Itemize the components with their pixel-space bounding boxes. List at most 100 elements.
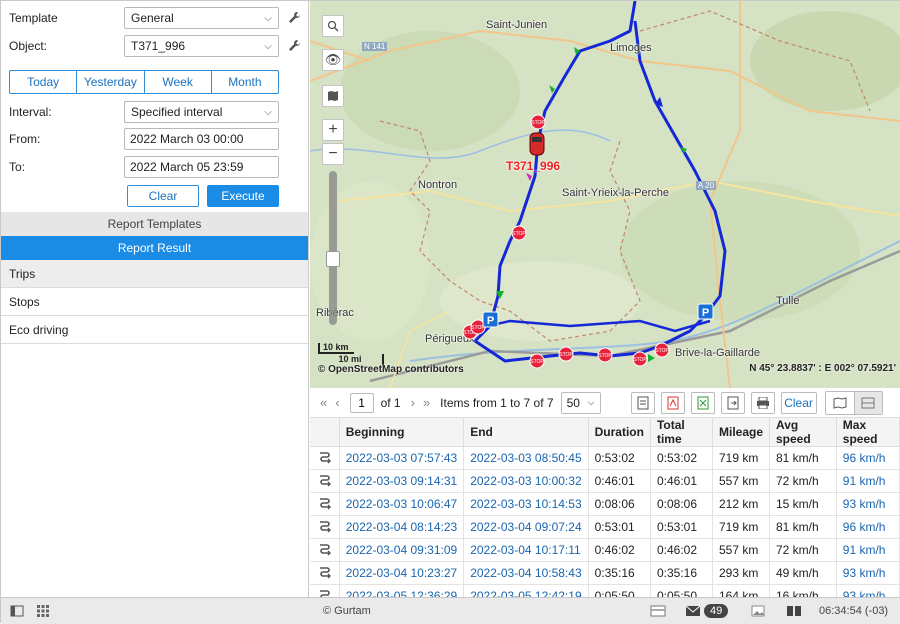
- trip-route-icon[interactable]: [310, 446, 340, 470]
- from-input[interactable]: [124, 128, 279, 150]
- column-header-total-time[interactable]: Total time: [650, 418, 713, 447]
- notifications-badge[interactable]: 49: [704, 598, 729, 624]
- next-page-icon[interactable]: ›: [411, 395, 415, 410]
- cell-beginning[interactable]: 2022-03-04 08:14:23: [339, 515, 465, 539]
- column-header-end[interactable]: End: [463, 418, 589, 447]
- wrench-icon[interactable]: [287, 11, 301, 25]
- table-row[interactable]: 2022-03-04 09:31:09 2022-03-04 10:17:11 0:…: [310, 538, 900, 562]
- export-pdf-button[interactable]: [660, 391, 685, 414]
- result-table-trips[interactable]: Trips: [1, 260, 308, 288]
- table-row[interactable]: 2022-03-03 07:57:43 2022-03-03 08:50:45 0:…: [310, 446, 900, 470]
- cell-end[interactable]: 2022-03-04 10:17:11: [463, 538, 589, 562]
- cell-max-speed[interactable]: 91 km/h: [836, 469, 900, 493]
- export-html-button[interactable]: [630, 391, 655, 414]
- column-header-max-speed[interactable]: Max speed: [836, 418, 900, 447]
- zoom-out-button[interactable]: −: [322, 143, 344, 165]
- cell-end[interactable]: 2022-03-04 10:58:43: [463, 561, 589, 585]
- cell-end[interactable]: 2022-03-03 10:00:32: [463, 469, 589, 493]
- map-view[interactable]: Saint-Junien Limoges Nontron Saint-Yriei…: [310, 1, 900, 388]
- trip-route-icon[interactable]: [310, 538, 340, 562]
- cell-end[interactable]: 2022-03-05 12:42:19: [463, 584, 589, 597]
- result-table-stops[interactable]: Stops: [1, 288, 308, 316]
- map-markers: STOP STOP STOP STOP STOP STOP STOP STOP …: [462, 114, 714, 369]
- table-row[interactable]: 2022-03-04 08:14:23 2022-03-04 09:07:24 0:…: [310, 515, 900, 539]
- book-icon[interactable]: [786, 598, 802, 624]
- execute-button[interactable]: Execute: [207, 185, 279, 207]
- vehicle-label: T371_996: [506, 159, 561, 173]
- grid-clear-button[interactable]: Clear: [780, 391, 817, 414]
- result-table-eco-driving[interactable]: Eco driving: [1, 316, 308, 344]
- column-header-beginning[interactable]: Beginning: [339, 418, 465, 447]
- panel-toggle-icon[interactable]: [10, 598, 24, 624]
- server-time: 06:34:54 (-03): [819, 605, 889, 617]
- trip-route-icon[interactable]: [310, 515, 340, 539]
- object-select[interactable]: T371_996 ⌵: [124, 35, 279, 57]
- gallery-icon[interactable]: [751, 598, 765, 624]
- cell-beginning[interactable]: 2022-03-04 09:31:09: [339, 538, 465, 562]
- page-input[interactable]: [349, 392, 374, 413]
- column-header-duration[interactable]: Duration: [588, 418, 651, 447]
- notifications-icon[interactable]: [685, 598, 701, 624]
- trip-route-icon[interactable]: [310, 561, 340, 585]
- cell-beginning[interactable]: 2022-03-03 09:14:31: [339, 469, 465, 493]
- table-row[interactable]: 2022-03-03 10:06:47 2022-03-03 10:14:53 0:…: [310, 492, 900, 516]
- interval-select[interactable]: Specified interval ⌵: [124, 101, 279, 123]
- trip-route-icon[interactable]: [310, 584, 340, 597]
- last-page-icon[interactable]: »: [423, 395, 430, 410]
- first-page-icon[interactable]: «: [320, 395, 327, 410]
- cell-max-speed[interactable]: 91 km/h: [836, 538, 900, 562]
- map-toggle-button[interactable]: [826, 392, 854, 414]
- table-toggle-button[interactable]: [853, 391, 882, 414]
- cell-mileage: 293 km: [712, 561, 771, 585]
- map-search-button[interactable]: [322, 15, 344, 37]
- print-button[interactable]: [750, 391, 775, 414]
- cell-max-speed[interactable]: 93 km/h: [836, 492, 900, 516]
- eye-icon: 👁: [324, 52, 342, 67]
- zoom-slider-handle[interactable]: [326, 251, 340, 267]
- prev-page-icon[interactable]: ‹: [335, 395, 339, 410]
- cell-max-speed[interactable]: 93 km/h: [836, 584, 900, 597]
- map-visibility-button[interactable]: 👁: [322, 49, 344, 71]
- apps-grid-icon[interactable]: [37, 598, 49, 624]
- cell-max-speed[interactable]: 96 km/h: [836, 515, 900, 539]
- svg-text:STOP: STOP: [633, 357, 647, 363]
- cell-max-speed[interactable]: 96 km/h: [836, 446, 900, 470]
- table-row[interactable]: 2022-03-04 10:23:27 2022-03-04 10:58:43 0:…: [310, 561, 900, 585]
- column-header-mileage[interactable]: Mileage: [712, 418, 771, 447]
- interval-label: Interval:: [9, 105, 52, 119]
- page-count: of 1: [380, 395, 401, 410]
- period-yesterday-button[interactable]: Yesterday: [77, 71, 145, 93]
- wrench-icon[interactable]: [287, 39, 301, 53]
- map-layers-button[interactable]: [322, 85, 344, 107]
- cell-max-speed[interactable]: 93 km/h: [836, 561, 900, 585]
- cell-beginning[interactable]: 2022-03-03 07:57:43: [339, 446, 465, 470]
- cell-beginning[interactable]: 2022-03-03 10:06:47: [339, 492, 465, 516]
- map-attribution[interactable]: © OpenStreetMap contributors: [318, 364, 464, 375]
- zoom-in-button[interactable]: +: [322, 119, 344, 141]
- template-select[interactable]: General ⌵: [124, 7, 279, 29]
- trip-route-icon[interactable]: [310, 492, 340, 516]
- export-file-button[interactable]: [720, 391, 745, 414]
- cell-end[interactable]: 2022-03-04 09:07:24: [463, 515, 589, 539]
- clear-button[interactable]: Clear: [127, 185, 199, 207]
- stop-marker-icon: STOP: [529, 353, 545, 369]
- column-header-avg-speed[interactable]: Avg speed: [769, 418, 837, 447]
- table-row[interactable]: 2022-03-03 09:14:31 2022-03-03 10:00:32 0:…: [310, 469, 900, 493]
- messages-icon[interactable]: [650, 598, 666, 624]
- period-month-button[interactable]: Month: [212, 71, 278, 93]
- report-result-tab[interactable]: Report Result: [1, 236, 308, 260]
- trip-route-icon[interactable]: [310, 469, 340, 493]
- zoom-slider-track[interactable]: [329, 171, 337, 325]
- table-row[interactable]: 2022-03-05 12:36:29 2022-03-05 12:42:19 0:…: [310, 584, 900, 597]
- cell-end[interactable]: 2022-03-03 08:50:45: [463, 446, 589, 470]
- to-input[interactable]: [124, 156, 279, 178]
- report-templates-tab[interactable]: Report Templates: [1, 212, 308, 236]
- per-page-select[interactable]: 50 ⌵: [560, 391, 601, 414]
- cell-beginning[interactable]: 2022-03-04 10:23:27: [339, 561, 465, 585]
- cell-beginning[interactable]: 2022-03-05 12:36:29: [339, 584, 465, 597]
- cell-end[interactable]: 2022-03-03 10:14:53: [463, 492, 589, 516]
- export-excel-button[interactable]: [690, 391, 715, 414]
- period-week-button[interactable]: Week: [145, 71, 212, 93]
- object-value: T371_996: [131, 39, 186, 53]
- period-today-button[interactable]: Today: [10, 71, 78, 93]
